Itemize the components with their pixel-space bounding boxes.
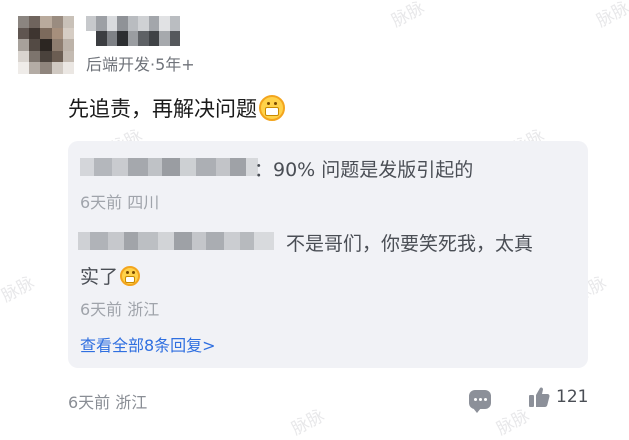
comment-bubble-icon[interactable] bbox=[469, 390, 491, 413]
watermark: 脉脉 bbox=[388, 0, 428, 32]
reply-author-redacted[interactable] bbox=[78, 232, 274, 250]
like-count: 121 bbox=[556, 387, 589, 407]
reply-text-line2: 实了 bbox=[80, 266, 119, 288]
like-button[interactable]: 121 bbox=[528, 386, 588, 408]
reply-meta: 6天前 四川 bbox=[80, 193, 160, 212]
watermark: 脉脉 bbox=[593, 0, 629, 32]
thumbs-up-icon bbox=[529, 387, 550, 407]
author-name-redacted[interactable] bbox=[86, 16, 180, 46]
grinning-emoji-icon bbox=[259, 95, 285, 121]
reply-author-redacted[interactable] bbox=[80, 158, 258, 176]
reply-text-continued: 实了 bbox=[80, 262, 141, 289]
comment-meta: 6天前 浙江 bbox=[68, 393, 148, 412]
reply-text: 不是哥们，你要笑死我，太真 bbox=[286, 233, 534, 255]
comment-text: 先追责，再解决问题 bbox=[68, 93, 285, 123]
watermark: 脉脉 bbox=[0, 272, 38, 307]
avatar[interactable] bbox=[18, 16, 74, 74]
view-all-replies-link[interactable]: 查看全部8条回复> bbox=[80, 332, 216, 356]
grinning-emoji-icon bbox=[120, 265, 141, 286]
reply-meta: 6天前 浙江 bbox=[80, 300, 160, 319]
reply-text: ：90% 问题是发版引起的 bbox=[254, 159, 474, 181]
author-meta: 后端开发·5年+ bbox=[86, 55, 195, 74]
replies-box: ：90% 问题是发版引起的 6天前 四川 不是哥们，你要笑死我，太真 实了 6天… bbox=[68, 141, 588, 368]
watermark: 脉脉 bbox=[288, 405, 328, 440]
comment-body: 先追责，再解决问题 bbox=[68, 97, 257, 121]
watermark: 脉脉 bbox=[493, 405, 533, 440]
